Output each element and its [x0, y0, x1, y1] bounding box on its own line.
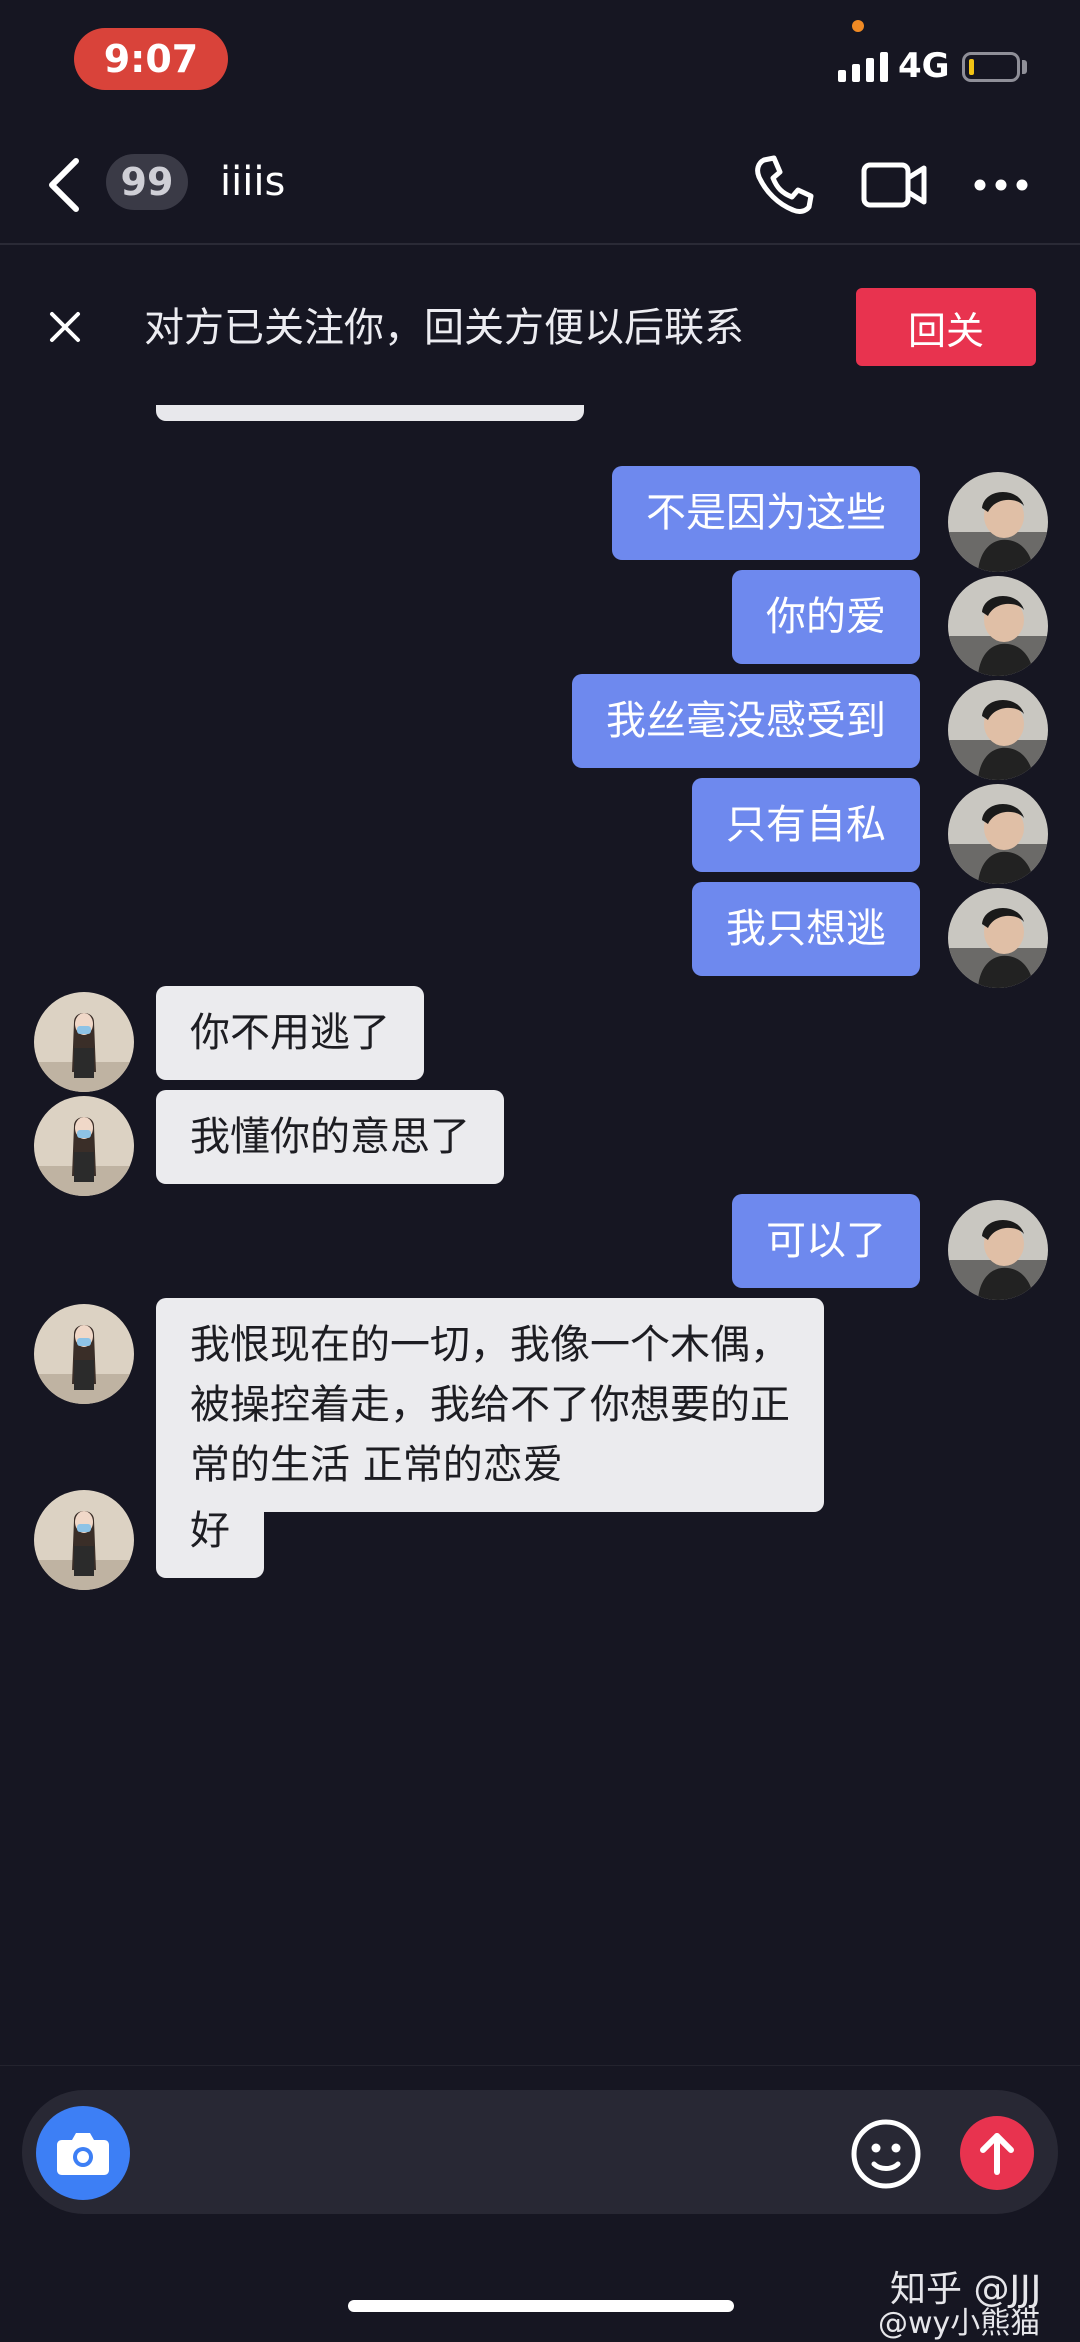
phone-call-icon[interactable] — [748, 150, 818, 220]
contact-avatar[interactable] — [34, 1096, 134, 1196]
send-button[interactable] — [960, 2116, 1034, 2190]
contact-avatar[interactable] — [34, 992, 134, 1092]
my-avatar[interactable] — [948, 576, 1048, 676]
follow-banner-text: 对方已关注你，回关方便以后联系 — [144, 305, 744, 351]
message-bubble-sent[interactable]: 不是因为这些 — [612, 466, 920, 560]
close-icon[interactable] — [44, 306, 86, 348]
message-bubble-received[interactable]: 你不用逃了 — [156, 986, 424, 1080]
message-list[interactable]: 不是因为这些 你的爱 我丝毫没感受到 只有自私 我只想逃 你不用逃了 我懂你的意… — [0, 405, 1080, 2065]
message-bubble-sent[interactable]: 只有自私 — [692, 778, 920, 872]
back-chevron-icon[interactable] — [42, 155, 94, 215]
message-bubble-received[interactable]: 好 — [156, 1484, 264, 1578]
unread-count-badge[interactable]: 99 — [106, 154, 188, 210]
video-call-icon[interactable] — [858, 150, 930, 220]
message-bubble-sent[interactable]: 可以了 — [732, 1194, 920, 1288]
message-bubble-sent[interactable]: 你的爱 — [732, 570, 920, 664]
follow-back-button[interactable]: 回关 — [856, 288, 1036, 366]
camera-button[interactable] — [36, 2106, 130, 2200]
arrow-up-icon — [980, 2133, 1014, 2175]
contact-avatar[interactable] — [34, 1490, 134, 1590]
battery-tip — [1022, 60, 1027, 74]
more-options-icon[interactable] — [970, 150, 1032, 220]
message-bubble-received[interactable]: 我懂你的意思了 — [156, 1090, 504, 1184]
signal-icon — [838, 52, 888, 82]
my-avatar[interactable] — [948, 784, 1048, 884]
privacy-indicator — [852, 20, 864, 32]
message-bubble-received[interactable]: 我恨现在的一切，我像一个木偶， 被操控着走，我给不了你想要的正 常的生活 正常的… — [156, 1298, 824, 1512]
message-bubble-sent[interactable]: 我只想逃 — [692, 882, 920, 976]
message-bubble-sent[interactable]: 我丝毫没感受到 — [572, 674, 920, 768]
my-avatar[interactable] — [948, 888, 1048, 988]
network-type: 4G — [898, 46, 950, 86]
my-avatar[interactable] — [948, 680, 1048, 780]
my-avatar[interactable] — [948, 1200, 1048, 1300]
emoji-icon[interactable] — [850, 2118, 922, 2190]
watermark-weibo: @wy小熊猫 — [878, 2306, 1041, 2341]
status-time: 9:07 — [74, 28, 228, 90]
battery-icon — [962, 52, 1020, 82]
previous-message-bubble — [156, 405, 584, 421]
contact-avatar[interactable] — [34, 1304, 134, 1404]
camera-icon — [57, 2133, 109, 2175]
contact-name[interactable]: iiiis — [220, 156, 285, 208]
home-indicator — [348, 2300, 734, 2312]
my-avatar[interactable] — [948, 472, 1048, 572]
